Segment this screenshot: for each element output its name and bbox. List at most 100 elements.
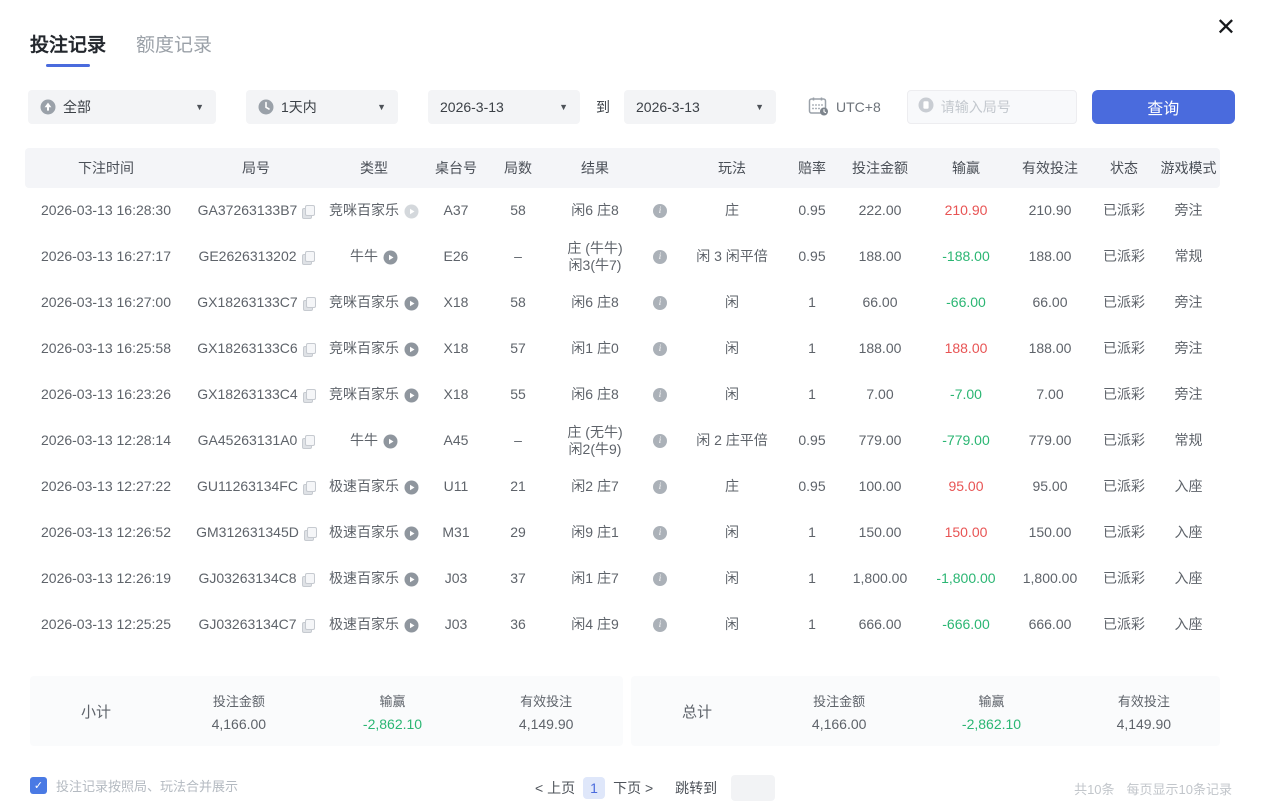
- date-from-select[interactable]: 2026-3-13 ▼: [428, 90, 580, 124]
- copy-icon[interactable]: [303, 343, 315, 356]
- column-header: 局数: [489, 158, 547, 178]
- filter-bar: 全部 ▼ 1天内 ▼ 2026-3-13 ▼ 到 2026-3-13 ▼: [28, 90, 1262, 124]
- table-row: 2026-03-13 16:27:17GE2626313202牛牛E26–庄 (…: [25, 234, 1220, 280]
- info-icon[interactable]: i: [653, 296, 667, 310]
- win-loss: -66.00: [923, 294, 1009, 312]
- column-header: 赔率: [787, 158, 837, 178]
- play-video-icon[interactable]: [404, 342, 419, 357]
- copy-icon[interactable]: [302, 573, 314, 586]
- prev-page-button[interactable]: < 上页: [535, 778, 575, 798]
- jump-to-input[interactable]: [731, 775, 775, 801]
- play-video-icon[interactable]: [383, 250, 398, 265]
- copy-icon[interactable]: [303, 297, 315, 310]
- metric-value: 4,166.00: [763, 716, 915, 732]
- table-number: J03: [423, 616, 489, 634]
- round-number: 36: [489, 616, 547, 634]
- tab-betting-records[interactable]: 投注记录: [30, 30, 106, 67]
- info-icon[interactable]: i: [653, 480, 667, 494]
- table-number: X18: [423, 294, 489, 312]
- bet-option: 闲: [677, 294, 787, 312]
- table-row: 2026-03-13 16:25:58GX18263133C6竞咪百家乐X185…: [25, 326, 1220, 372]
- play-video-icon[interactable]: [404, 296, 419, 311]
- round-id-icon: [918, 97, 934, 118]
- round-search-input[interactable]: [941, 99, 1051, 115]
- round-id: GX18263133C6: [187, 340, 325, 358]
- bet-option: 庄: [677, 478, 787, 496]
- info-icon[interactable]: i: [653, 342, 667, 356]
- result: 闲1 庄7: [547, 570, 643, 588]
- info-icon[interactable]: i: [653, 434, 667, 448]
- bet-amount: 1,800.00: [837, 570, 923, 588]
- info-icon[interactable]: i: [653, 572, 667, 586]
- game-type: 牛牛: [325, 248, 423, 266]
- bet-time: 2026-03-13 12:27:22: [25, 478, 187, 496]
- copy-icon[interactable]: [302, 251, 314, 264]
- round-id: GJ03263134C7: [187, 616, 325, 634]
- status: 已派彩: [1091, 294, 1157, 312]
- clock-icon: [258, 99, 274, 115]
- game-type-select[interactable]: 全部 ▼: [28, 90, 216, 124]
- valid-bet: 150.00: [1009, 524, 1091, 542]
- round-number: 29: [489, 524, 547, 542]
- column-header: 局号: [187, 158, 325, 178]
- round-id-value: GX18263133C7: [197, 294, 297, 312]
- round-number: –: [489, 248, 547, 266]
- win-loss: 95.00: [923, 478, 1009, 496]
- table-row: 2026-03-13 12:27:22GU11263134FC极速百家乐U112…: [25, 464, 1220, 510]
- info-icon[interactable]: i: [653, 388, 667, 402]
- info-icon[interactable]: i: [653, 526, 667, 540]
- status: 已派彩: [1091, 386, 1157, 404]
- play-video-icon[interactable]: [383, 434, 398, 449]
- total-valid-bet: 有效投注 4,149.90: [1068, 691, 1220, 732]
- result-info: i: [643, 526, 677, 540]
- valid-bet: 666.00: [1009, 616, 1091, 634]
- time-range-select[interactable]: 1天内 ▼: [246, 90, 398, 124]
- valid-bet: 188.00: [1009, 248, 1091, 266]
- copy-icon[interactable]: [304, 527, 316, 540]
- column-header: 状态: [1091, 158, 1157, 178]
- metric-value: 4,166.00: [162, 716, 316, 732]
- close-icon[interactable]: ✕: [1216, 16, 1236, 40]
- copy-icon[interactable]: [302, 619, 314, 632]
- timezone-control[interactable]: UTC+8: [808, 96, 881, 119]
- info-icon[interactable]: i: [653, 618, 667, 632]
- merge-checkbox[interactable]: ✓: [30, 777, 47, 794]
- copy-icon[interactable]: [303, 389, 315, 402]
- date-to-select[interactable]: 2026-3-13 ▼: [624, 90, 776, 124]
- date-to-value: 2026-3-13: [636, 99, 700, 115]
- bet-option: 闲: [677, 524, 787, 542]
- game-type: 牛牛: [325, 432, 423, 450]
- bet-amount: 150.00: [837, 524, 923, 542]
- copy-icon[interactable]: [302, 435, 314, 448]
- current-page[interactable]: 1: [583, 777, 605, 799]
- copy-icon[interactable]: [302, 205, 314, 218]
- valid-bet: 1,800.00: [1009, 570, 1091, 588]
- bet-amount: 188.00: [837, 248, 923, 266]
- play-video-icon[interactable]: [404, 480, 419, 495]
- bet-time: 2026-03-13 16:25:58: [25, 340, 187, 358]
- play-video-icon[interactable]: [404, 388, 419, 403]
- play-video-icon[interactable]: [404, 204, 419, 219]
- game-type-value: 极速百家乐: [329, 570, 399, 588]
- info-icon[interactable]: i: [653, 204, 667, 218]
- tab-quota-records[interactable]: 额度记录: [136, 30, 212, 67]
- next-page-button[interactable]: 下页 >: [613, 778, 653, 798]
- status: 已派彩: [1091, 616, 1157, 634]
- play-video-icon[interactable]: [404, 618, 419, 633]
- copy-icon[interactable]: [303, 481, 315, 494]
- game-type-value: 牛牛: [350, 248, 378, 266]
- game-mode: 旁注: [1157, 202, 1220, 220]
- date-from-value: 2026-3-13: [440, 99, 504, 115]
- query-button[interactable]: 查询: [1092, 90, 1235, 124]
- round-number: 58: [489, 294, 547, 312]
- game-type-value: 全部: [63, 97, 91, 117]
- game-mode: 入座: [1157, 478, 1220, 496]
- info-icon[interactable]: i: [653, 250, 667, 264]
- record-count-info: 共10条 每页显示10条记录: [1074, 779, 1232, 798]
- play-video-icon[interactable]: [404, 526, 419, 541]
- game-type-value: 极速百家乐: [329, 616, 399, 634]
- table-row: 2026-03-13 12:26:19GJ03263134C8极速百家乐J033…: [25, 556, 1220, 602]
- table-number: A45: [423, 432, 489, 450]
- metric-label: 有效投注: [1068, 691, 1220, 710]
- play-video-icon[interactable]: [404, 572, 419, 587]
